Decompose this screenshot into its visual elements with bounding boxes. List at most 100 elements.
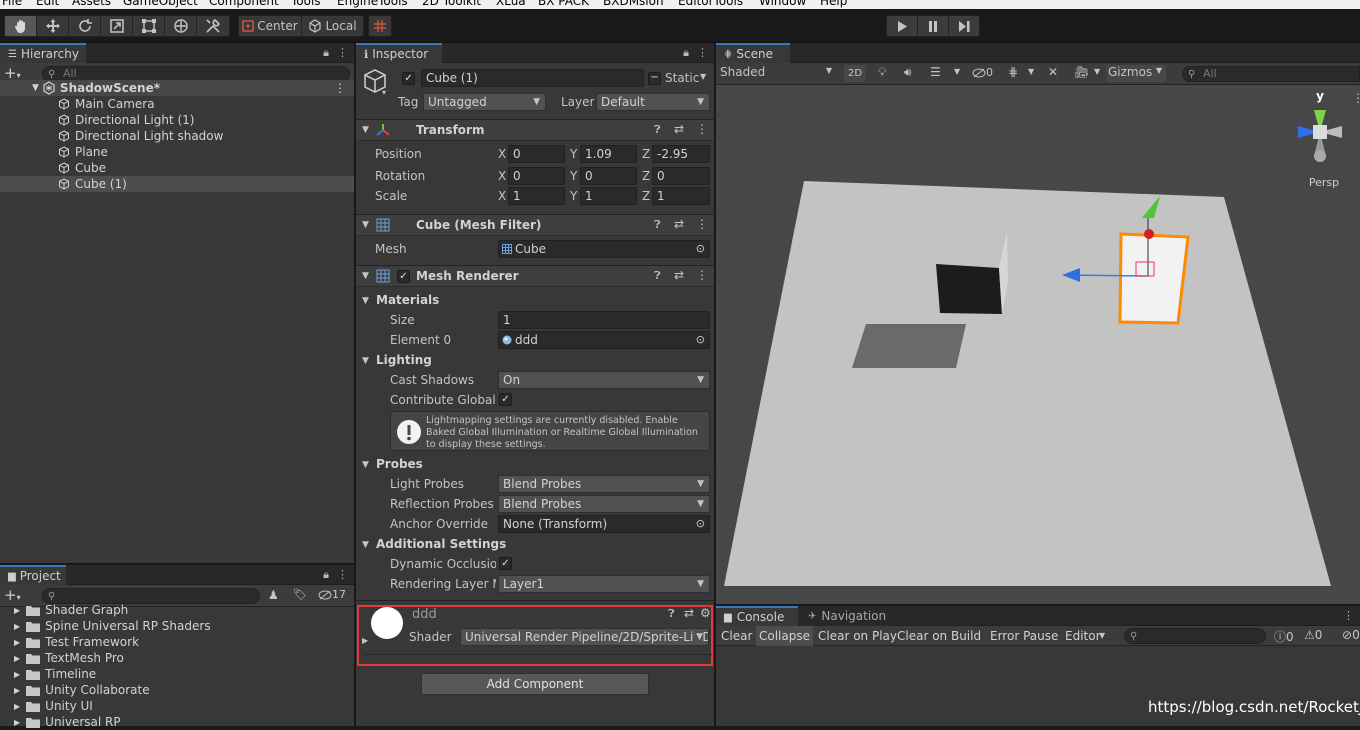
scene-menu-icon[interactable]: ⋮ (1352, 91, 1360, 105)
kebab-menu-icon[interactable]: ⋮ (337, 568, 348, 582)
tab-console[interactable]: ▆ Console (716, 606, 798, 626)
pivot-local-button[interactable]: Local (302, 16, 363, 36)
static-dropdown-arrow[interactable]: ▼ (700, 72, 706, 81)
grid-snap-button[interactable] (369, 16, 391, 36)
expand-arrow-icon[interactable]: ▶ (14, 606, 20, 615)
toggle-2d-button[interactable]: 2D (844, 65, 866, 82)
expand-arrow-icon[interactable]: ▶ (14, 718, 20, 727)
project-folder[interactable]: ▶ Timeline (0, 666, 354, 682)
active-checkbox[interactable]: ✓ (402, 72, 415, 85)
filter-by-label-icon[interactable]: 🏷︎ (293, 588, 307, 601)
help-icon[interactable]: ❓︎ (654, 123, 661, 137)
menu-gameobject[interactable]: GameObject (123, 0, 198, 8)
rendering-layer-dropdown[interactable]: Layer1 ▼ (498, 575, 710, 593)
transform-y-input[interactable]: 1.09 (580, 145, 637, 163)
pivot-center-button[interactable]: Center (239, 16, 302, 36)
project-folder[interactable]: ▶ Unity Collaborate (0, 682, 354, 698)
icon-dropdown-arrow[interactable]: ▾ (382, 88, 386, 97)
presets-icon[interactable]: ⇄ (684, 606, 694, 620)
component-menu-icon[interactable]: ⋮ (696, 217, 708, 231)
scene-effects-icon[interactable]: ☰ (930, 65, 941, 79)
console-clear-on-play-button[interactable]: Clear on Play (815, 626, 900, 646)
grid-snap-toggle[interactable] (368, 15, 392, 37)
scene-audio-icon[interactable]: 🔊︎ (904, 65, 912, 80)
menu-enginetools[interactable]: EngineTools (337, 0, 408, 8)
tab-inspector[interactable]: ℹ Inspector (356, 43, 442, 63)
hierarchy-item[interactable]: Cube (0, 160, 354, 176)
cast-shadows-dropdown[interactable]: On ▼ (498, 371, 710, 389)
probes-foldout-arrow[interactable]: ▼ (362, 460, 369, 470)
hierarchy-item[interactable]: Cube (1) (0, 176, 354, 192)
element0-material-field[interactable]: ddd ⊙ (498, 331, 710, 349)
lighting-foldout-arrow[interactable]: ▼ (362, 356, 369, 366)
transform-x-input[interactable]: 0 (508, 167, 565, 185)
materials-size-input[interactable]: 1 (498, 311, 710, 329)
layer-dropdown[interactable]: Default ▼ (596, 93, 710, 111)
custom-tool-button[interactable] (197, 16, 229, 36)
lock-icon[interactable]: 🔒︎ (323, 568, 329, 582)
hand-tool-button[interactable] (5, 16, 37, 36)
rotate-tool-button[interactable] (69, 16, 101, 36)
tab-navigation[interactable]: ✈︎ Navigation (800, 606, 894, 626)
hierarchy-item[interactable]: Directional Light shadow (0, 128, 354, 144)
menu-help[interactable]: Help (820, 0, 847, 8)
material-foldout-arrow[interactable]: ▶ (362, 636, 368, 645)
step-button[interactable] (949, 16, 979, 36)
mesh-object-field[interactable]: Cube ⊙ (498, 240, 710, 258)
static-checkbox[interactable]: − (648, 72, 661, 85)
expand-arrow-icon[interactable]: ▶ (14, 654, 20, 663)
transform-tool-button[interactable] (165, 16, 197, 36)
chevron-down-icon[interactable]: ▼ (1028, 67, 1034, 76)
shading-mode-dropdown[interactable]: Shaded ▼ (718, 65, 836, 82)
selected-cube[interactable] (1118, 232, 1190, 325)
component-menu-icon[interactable]: ⋮ (696, 268, 708, 282)
contribute-gi-checkbox[interactable]: ✓ (499, 393, 512, 406)
transform-x-input[interactable]: 1 (508, 187, 565, 205)
kebab-menu-icon[interactable]: ⋮ (337, 46, 348, 60)
project-folder[interactable]: ▶ Unity UI (0, 698, 354, 714)
project-folder[interactable]: ▶ Universal RP (0, 714, 354, 730)
scene-search-input[interactable]: ⚲ All (1182, 66, 1360, 82)
expand-arrow-icon[interactable]: ▶ (14, 686, 20, 695)
help-icon[interactable]: ❓︎ (668, 607, 675, 621)
dynamic-occlusion-checkbox[interactable]: ✓ (499, 557, 512, 570)
settings-gear-icon[interactable]: ⚙ (700, 606, 711, 620)
help-icon[interactable]: ❓︎ (654, 269, 661, 283)
console-clear-button[interactable]: Clear (718, 626, 755, 646)
axis-x-label[interactable]: X (498, 189, 506, 203)
menu-edit[interactable]: Edit (36, 0, 59, 8)
project-folder[interactable]: ▶ Test Framework (0, 634, 354, 650)
anchor-override-field[interactable]: None (Transform) ⊙ (498, 515, 710, 533)
hierarchy-item[interactable]: Main Camera (0, 96, 354, 112)
object-name-input[interactable]: Cube (1) (421, 69, 644, 87)
transform-y-input[interactable]: 0 (580, 167, 637, 185)
hierarchy-item[interactable]: Plane (0, 144, 354, 160)
wrench-icon[interactable]: ✕ (1048, 65, 1058, 79)
presets-icon[interactable]: ⇄ (674, 122, 684, 136)
pause-button[interactable] (918, 16, 949, 36)
console-clear-on-build-button[interactable]: Clear on Build (894, 626, 984, 646)
menu-assets[interactable]: Assets (72, 0, 111, 8)
project-folder[interactable]: ▶ Spine Universal RP Shaders (0, 618, 354, 634)
scene-menu-icon[interactable]: ⋮ (334, 81, 346, 95)
menu-file[interactable]: File (2, 0, 22, 8)
presets-icon[interactable]: ⇄ (674, 268, 684, 282)
chevron-down-icon[interactable]: ▼ (954, 67, 960, 76)
axis-z-label[interactable]: Z (642, 169, 650, 183)
gizmos-dropdown[interactable]: Gizmos ▼ (1106, 65, 1166, 82)
scene-lighting-icon[interactable]: 💡︎ (878, 65, 886, 80)
hierarchy-item[interactable]: Directional Light (1) (0, 112, 354, 128)
component-menu-icon[interactable]: ⋮ (696, 122, 708, 136)
expand-arrow-icon[interactable]: ▶ (14, 702, 20, 711)
console-collapse-button[interactable]: Collapse (756, 626, 813, 646)
menu-bxdmsion[interactable]: BXDMsion (603, 0, 664, 8)
expand-arrow-icon[interactable]: ▶ (14, 622, 20, 631)
transform-z-input[interactable]: 0 (652, 167, 710, 185)
axis-y-label[interactable]: Y (570, 189, 577, 203)
move-tool-button[interactable] (37, 16, 69, 36)
grid-visibility-icon[interactable]: ⋕ (1008, 65, 1018, 79)
rect-tool-button[interactable] (133, 16, 165, 36)
object-picker-icon[interactable]: ⊙ (696, 332, 705, 348)
transform-y-input[interactable]: 1 (580, 187, 637, 205)
expand-arrow-icon[interactable]: ▶ (14, 638, 20, 647)
